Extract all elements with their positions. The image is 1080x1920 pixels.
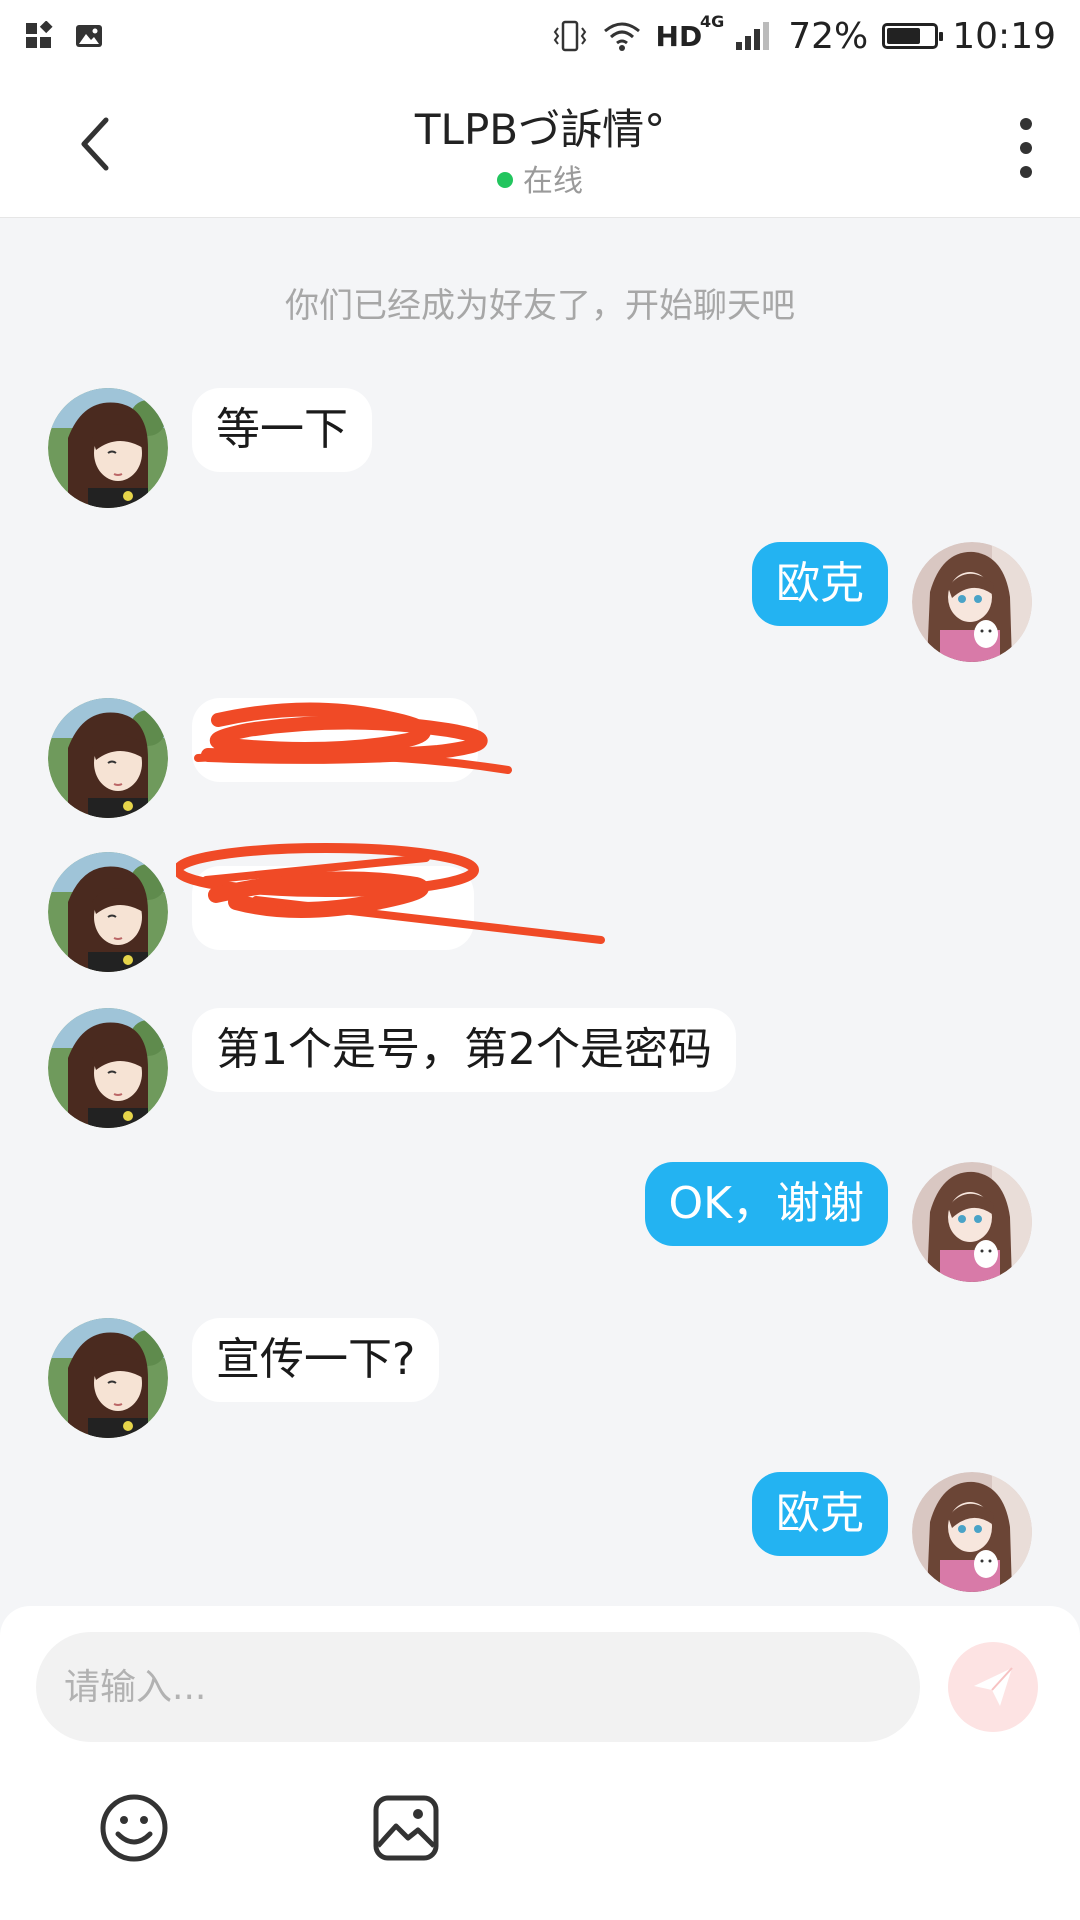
battery-percent: 72%: [788, 15, 869, 57]
contact-avatar[interactable]: [48, 388, 168, 508]
gallery-icon: [76, 25, 102, 47]
message-bubble-incoming-redacted[interactable]: [192, 866, 474, 950]
more-dot: [1020, 166, 1032, 178]
battery-icon: [882, 23, 944, 49]
clock: 10:19: [952, 15, 1056, 57]
my-avatar[interactable]: [912, 1472, 1032, 1592]
network-label: HD 4G: [655, 12, 725, 53]
my-avatar[interactable]: [912, 1162, 1032, 1282]
image-button[interactable]: [370, 1792, 442, 1864]
my-avatar[interactable]: [912, 542, 1032, 662]
status-bar: HD 4G 72% 10:19: [0, 0, 1080, 72]
message-bubble-outgoing[interactable]: 欧克: [752, 542, 888, 626]
message-bubble-incoming[interactable]: 等一下: [192, 388, 372, 472]
contact-avatar[interactable]: [48, 1318, 168, 1438]
message-bubble-incoming[interactable]: 宣传一下?: [192, 1318, 440, 1402]
message-bubble-outgoing[interactable]: 欧克: [752, 1472, 888, 1556]
emoji-icon: [100, 1794, 168, 1862]
message-bubble-incoming-redacted[interactable]: [192, 698, 478, 782]
online-dot: [497, 171, 513, 188]
vibrate-icon: [553, 20, 586, 52]
signal-icon: [736, 22, 770, 50]
contact-avatar[interactable]: [48, 852, 168, 972]
contact-avatar[interactable]: [48, 698, 168, 818]
send-button[interactable]: [948, 1642, 1038, 1732]
system-note: 你们已经成为好友了，开始聊天吧: [285, 286, 795, 326]
contact-avatar[interactable]: [48, 1008, 168, 1128]
chat-header: TLPBづ訴情° 在线: [0, 72, 1080, 218]
message-bubble-outgoing[interactable]: OK，谢谢: [644, 1162, 888, 1246]
network-gen: 4G: [699, 11, 725, 31]
send-icon: [974, 1667, 1013, 1706]
chat-title: TLPBづ訴情°: [414, 105, 666, 154]
online-status: 在线: [0, 156, 1080, 200]
battery-fill: [887, 28, 921, 44]
more-options-button[interactable]: [1014, 118, 1038, 178]
network-type: HD: [655, 19, 703, 53]
message-composer: [0, 1606, 1080, 1920]
emoji-button[interactable]: [98, 1792, 170, 1864]
image-icon: [373, 1795, 439, 1861]
more-dot: [1020, 142, 1032, 154]
more-dot: [1020, 118, 1032, 130]
wifi-icon: [603, 22, 640, 51]
message-bubble-incoming[interactable]: 第1个是号，第2个是密码: [192, 1008, 736, 1092]
online-status-label: 在线: [523, 164, 583, 199]
message-input[interactable]: [36, 1632, 920, 1742]
widget-icon: [26, 21, 53, 48]
